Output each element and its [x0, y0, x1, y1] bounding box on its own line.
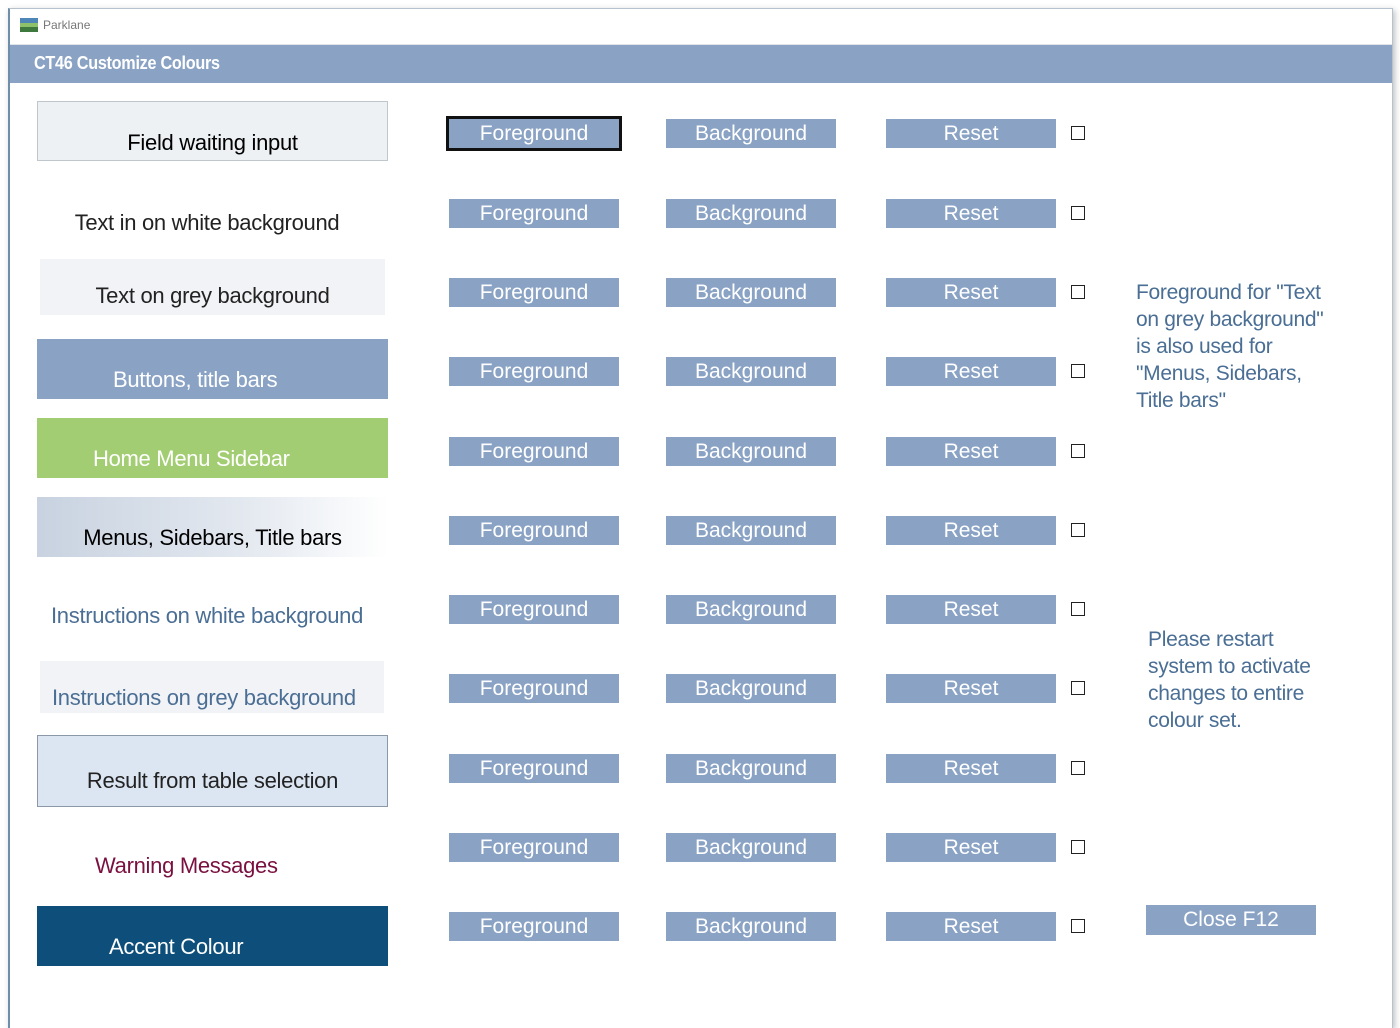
background-button[interactable]: Background — [666, 199, 836, 228]
note-line: on grey background" — [1136, 308, 1324, 331]
note-line: Please restart — [1148, 628, 1274, 651]
sample-label: Text on grey background — [95, 283, 330, 308]
row-checkbox[interactable] — [1071, 126, 1085, 140]
reset-button[interactable]: Reset — [886, 199, 1056, 228]
background-button[interactable]: Background — [666, 595, 836, 624]
sample-label: Text in on white background — [74, 210, 340, 235]
sample-result-from-table-selection: Result from table selection — [37, 735, 388, 807]
row-checkbox[interactable] — [1071, 444, 1085, 458]
close-button[interactable]: Close F12 — [1146, 905, 1316, 935]
sample-label: Accent Colour — [109, 934, 244, 959]
foreground-button[interactable]: Foreground — [449, 278, 619, 307]
sample-label: Buttons, title bars — [113, 367, 278, 392]
sample-label: Warning Messages — [95, 853, 278, 878]
row-checkbox[interactable] — [1071, 681, 1085, 695]
row-checkbox[interactable] — [1071, 761, 1085, 775]
foreground-button[interactable]: Foreground — [449, 674, 619, 703]
reset-button[interactable]: Reset — [886, 437, 1056, 466]
foreground-note: Foreground for "Text on grey background"… — [1136, 279, 1324, 414]
sample-label: Instructions on grey background — [52, 685, 356, 710]
restart-note: Please restart system to activate change… — [1148, 626, 1311, 734]
row-checkbox[interactable] — [1071, 602, 1085, 616]
note-line: colour set. — [1148, 709, 1242, 732]
foreground-button[interactable]: Foreground — [449, 595, 619, 624]
background-button[interactable]: Background — [666, 833, 836, 862]
foreground-button[interactable]: Foreground — [449, 516, 619, 545]
reset-button[interactable]: Reset — [886, 278, 1056, 307]
note-line: is also used for — [1136, 335, 1273, 358]
row-checkbox[interactable] — [1071, 206, 1085, 220]
sample-menus-sidebars-title-bars: Menus, Sidebars, Title bars — [37, 497, 388, 557]
background-button[interactable]: Background — [666, 357, 836, 386]
foreground-button[interactable]: Foreground — [449, 754, 619, 783]
app-window: Parklane CT46 Customize Colours Field wa… — [8, 8, 1393, 1028]
row-checkbox[interactable] — [1071, 523, 1085, 537]
foreground-button[interactable]: Foreground — [449, 912, 619, 941]
sample-label: Menus, Sidebars, Title bars — [83, 525, 342, 550]
reset-button[interactable]: Reset — [886, 595, 1056, 624]
sample-label: Instructions on white background — [51, 603, 364, 628]
parklane-logo-icon — [20, 18, 38, 32]
background-button[interactable]: Background — [666, 278, 836, 307]
foreground-button[interactable]: Foreground — [446, 116, 622, 151]
note-line: "Menus, Sidebars, — [1136, 362, 1302, 385]
reset-button[interactable]: Reset — [886, 357, 1056, 386]
note-line: Foreground for "Text — [1136, 281, 1321, 304]
note-line: Title bars" — [1136, 389, 1226, 412]
sample-text-on-white: Text in on white background — [37, 192, 377, 242]
note-line: system to activate — [1148, 655, 1311, 678]
sample-label: Field waiting input — [127, 130, 298, 155]
sample-label: Result from table selection — [86, 768, 339, 793]
reset-button[interactable]: Reset — [886, 754, 1056, 783]
row-checkbox[interactable] — [1071, 364, 1085, 378]
sample-accent-colour: Accent Colour — [37, 906, 388, 966]
page-header: CT46 Customize Colours — [10, 45, 1392, 83]
reset-button[interactable]: Reset — [886, 912, 1056, 941]
row-checkbox[interactable] — [1071, 919, 1085, 933]
note-line: changes to entire — [1148, 682, 1305, 705]
sample-instructions-on-white: Instructions on white background — [37, 581, 363, 635]
sample-warning-messages: Warning Messages — [37, 835, 327, 885]
reset-button[interactable]: Reset — [886, 119, 1056, 148]
background-button[interactable]: Background — [666, 912, 836, 941]
row-checkbox[interactable] — [1071, 285, 1085, 299]
sample-instructions-on-grey: Instructions on grey background — [40, 661, 384, 713]
app-name: Parklane — [43, 18, 91, 32]
window-titlebar: Parklane — [10, 9, 1392, 45]
sample-field-waiting-input: Field waiting input — [37, 101, 388, 161]
row-checkbox[interactable] — [1071, 840, 1085, 854]
sample-label: Home Menu Sidebar — [93, 446, 290, 471]
page-title: CT46 Customize Colours — [34, 53, 220, 73]
foreground-button[interactable]: Foreground — [449, 357, 619, 386]
foreground-button[interactable]: Foreground — [449, 199, 619, 228]
sample-buttons-title-bars: Buttons, title bars — [37, 339, 388, 399]
sample-text-on-grey: Text on grey background — [40, 259, 385, 315]
background-button[interactable]: Background — [666, 754, 836, 783]
foreground-button[interactable]: Foreground — [449, 437, 619, 466]
sample-home-menu-sidebar: Home Menu Sidebar — [37, 418, 388, 478]
reset-button[interactable]: Reset — [886, 833, 1056, 862]
foreground-button[interactable]: Foreground — [449, 833, 619, 862]
background-button[interactable]: Background — [666, 516, 836, 545]
reset-button[interactable]: Reset — [886, 674, 1056, 703]
background-button[interactable]: Background — [666, 119, 836, 148]
background-button[interactable]: Background — [666, 674, 836, 703]
reset-button[interactable]: Reset — [886, 516, 1056, 545]
background-button[interactable]: Background — [666, 437, 836, 466]
